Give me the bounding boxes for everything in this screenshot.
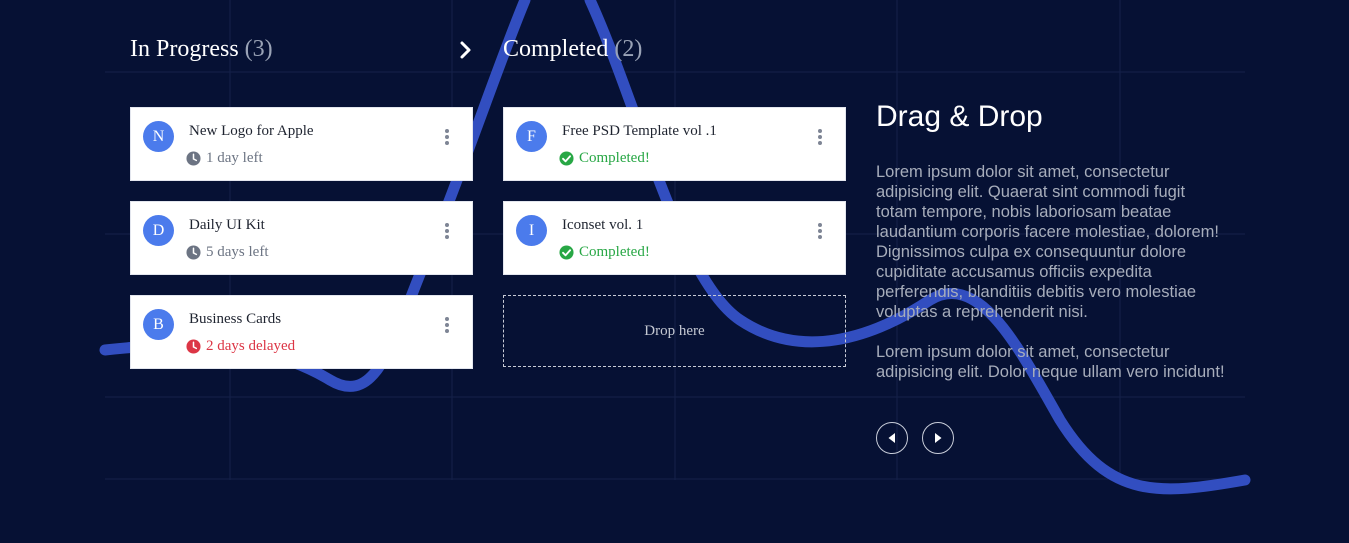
avatar: I [516,215,547,246]
drop-zone[interactable]: Drop here [503,295,846,367]
task-card[interactable]: I Iconset vol. 1 Completed! [503,201,846,275]
task-status: 5 days left [186,244,268,261]
triangle-left-icon [888,433,895,443]
clock-icon [186,339,201,354]
task-title: Business Cards [189,311,282,327]
clock-icon [186,245,201,260]
chevron-right-icon [460,41,471,59]
task-status: Completed! [559,244,650,261]
completed-count: (2) [614,36,643,62]
task-status-text: 5 days left [206,244,269,260]
kebab-menu-icon[interactable] [444,129,450,147]
task-card[interactable]: D Daily UI Kit 5 days left [130,201,473,275]
task-title: New Logo for Apple [189,123,314,139]
avatar: N [143,121,174,152]
task-status: Completed! [559,150,650,167]
task-status-text: Completed! [579,244,650,260]
task-status: 1 day left [186,150,263,167]
avatar: B [143,309,174,340]
task-title: Free PSD Template vol .1 [562,123,717,139]
next-button[interactable] [922,422,954,454]
kebab-menu-icon[interactable] [444,223,450,241]
task-card[interactable]: F Free PSD Template vol .1 Completed! [503,107,846,181]
section-title: Drag & Drop [876,100,1043,133]
task-title: Daily UI Kit [189,217,265,233]
task-status-text: 1 day left [206,150,263,166]
check-circle-icon [559,245,574,260]
in-progress-count: (3) [244,36,273,62]
kebab-menu-icon[interactable] [817,129,823,147]
description-paragraph: Lorem ipsum dolor sit amet, consectetur … [876,163,1219,321]
in-progress-title: In Progress (3) [130,36,273,63]
task-title: Iconset vol. 1 [562,217,644,233]
kebab-menu-icon[interactable] [817,223,823,241]
completed-title-text: Completed [503,36,609,62]
avatar: F [516,121,547,152]
in-progress-title-text: In Progress [130,36,239,62]
task-status-text: 2 days delayed [206,338,296,354]
prev-button[interactable] [876,422,908,454]
check-circle-icon [559,151,574,166]
description-paragraph: Lorem ipsum dolor sit amet, consectetur … [876,343,1225,381]
drop-zone-label: Drop here [644,322,705,339]
task-status: 2 days delayed [186,338,295,355]
triangle-right-icon [935,433,942,443]
kebab-menu-icon[interactable] [444,317,450,335]
avatar: D [143,215,174,246]
task-status-text: Completed! [579,150,650,166]
task-card[interactable]: B Business Cards 2 days delayed [130,295,473,369]
completed-title: Completed (2) [503,36,642,63]
clock-icon [186,151,201,166]
task-card[interactable]: N New Logo for Apple 1 day left [130,107,473,181]
